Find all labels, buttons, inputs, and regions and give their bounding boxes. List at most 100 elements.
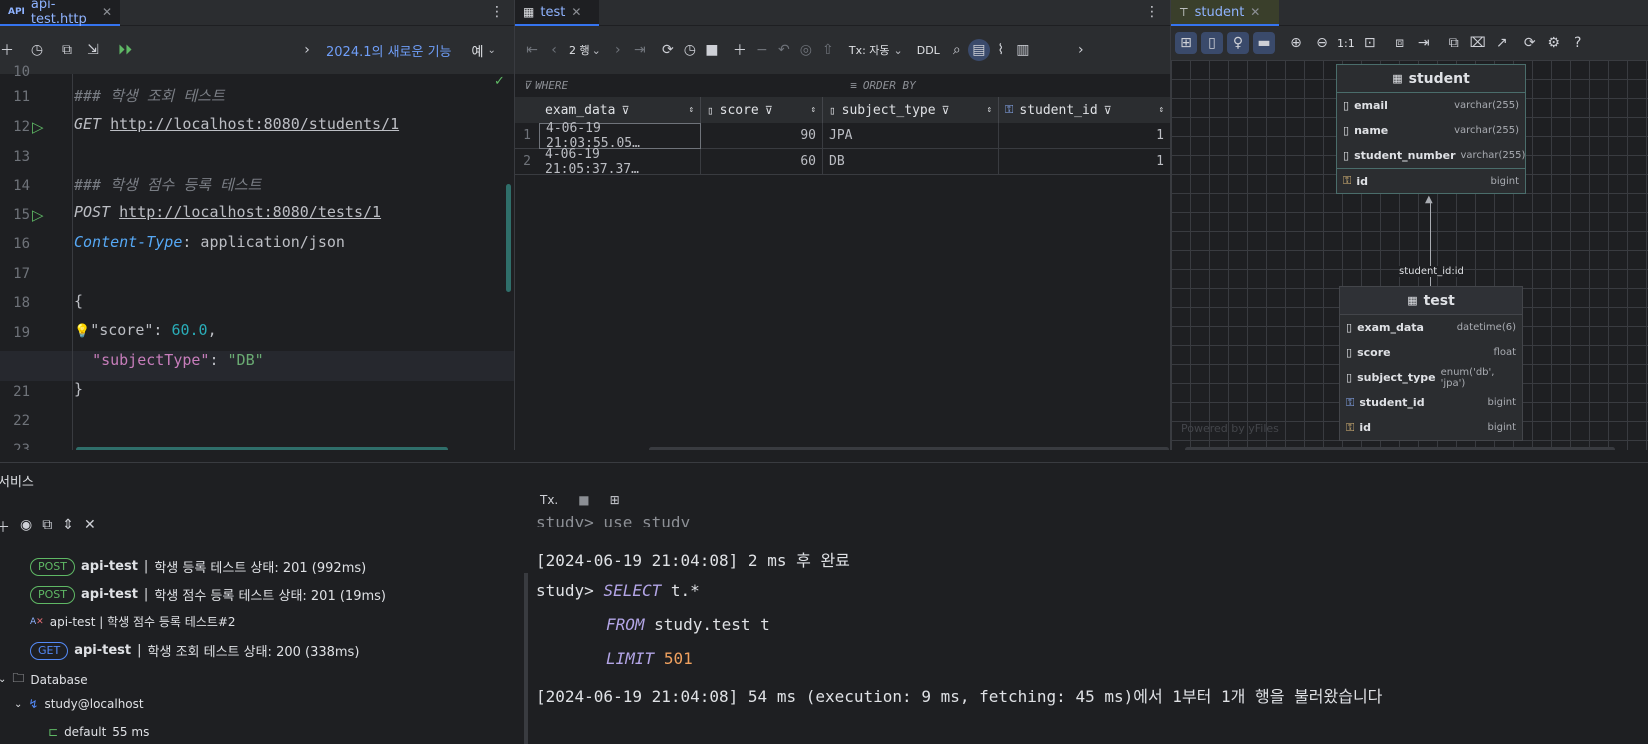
tab-student-diagram[interactable]: ⊤ student ✕ xyxy=(1171,0,1279,26)
column-view-icon[interactable]: ▤ xyxy=(967,39,990,61)
filter-icon[interactable]: ⊽ xyxy=(942,104,950,117)
remove-row-icon[interactable]: − xyxy=(751,39,773,61)
whats-new-option[interactable]: 예 xyxy=(472,41,484,60)
sort-icon[interactable]: ⇕ xyxy=(811,105,816,115)
chevron-right-icon[interactable]: › xyxy=(296,39,318,61)
service-item[interactable]: GET api-test | 학생 조회 테스트 상태: 200 (338ms) xyxy=(30,641,359,660)
horizontal-scrollbar[interactable] xyxy=(649,447,1169,450)
help-icon[interactable]: ? xyxy=(1567,32,1589,54)
collapse-all-icon[interactable]: ✕ xyxy=(84,517,96,537)
order-by-filter[interactable]: ORDER BY xyxy=(863,79,916,92)
filter-icon[interactable]: ⊽ xyxy=(1104,104,1112,117)
settings-gear-icon[interactable]: ⚙ xyxy=(1543,32,1565,54)
column-header-subject_type[interactable]: ▯ subject_type ⊽ ⇕ xyxy=(823,97,999,123)
tab-api-test-http[interactable]: API api-test.http ✕ xyxy=(0,0,120,27)
column-header-student_id[interactable]: ⚿ student_id ⊽ ⇕ xyxy=(999,97,1170,123)
horizontal-scrollbar[interactable] xyxy=(76,447,448,450)
whats-new-link[interactable]: 2024.1의 새로운 기능 xyxy=(326,41,452,60)
sort-icon[interactable]: ⇕ xyxy=(689,105,694,115)
chevron-down-icon[interactable]: ⌄ xyxy=(894,44,903,57)
fit-content-icon[interactable]: ⊡ xyxy=(1359,32,1381,54)
close-icon[interactable]: ✕ xyxy=(571,5,581,19)
next-page-icon[interactable]: › xyxy=(607,39,629,61)
import-icon[interactable]: ⇲ xyxy=(82,39,104,61)
more-vertical-icon[interactable]: ⋮ xyxy=(1145,4,1159,20)
stop-icon[interactable]: ■ xyxy=(578,493,589,507)
cell-student_id[interactable]: 1 xyxy=(999,123,1170,149)
zoom-out-icon[interactable]: ⊖ xyxy=(1311,32,1333,54)
more-vertical-icon[interactable]: ⋮ xyxy=(490,4,504,20)
row-count[interactable]: 2 행 xyxy=(569,42,590,58)
service-item[interactable]: POST api-test | 학생 등록 테스트 상태: 201 (992ms… xyxy=(30,557,366,576)
last-page-icon[interactable]: ⇥ xyxy=(629,39,651,61)
show-columns-icon[interactable]: ⊞ xyxy=(1175,32,1197,54)
erd-table-student[interactable]: ▦ student ▯ email varchar(255) ▯ name varchar… xyxy=(1336,64,1526,194)
filter-icon[interactable]: ⊽ xyxy=(621,104,629,117)
vertical-scrollbar[interactable] xyxy=(506,184,511,292)
show-comments-icon[interactable]: ♀ xyxy=(1227,32,1249,54)
first-page-icon[interactable]: ⇤ xyxy=(521,39,543,61)
column-header-exam_data[interactable]: exam_data ⊽ ⇕ xyxy=(539,97,701,123)
run-request-icon[interactable]: ▷ xyxy=(32,118,44,136)
refresh-icon[interactable]: ⟳ xyxy=(1519,32,1541,54)
clear-formatting-icon[interactable]: ⌧ xyxy=(1467,32,1489,54)
chevron-down-icon[interactable]: ⌄ xyxy=(487,45,495,56)
request-url[interactable]: http://localhost:8080/students/1 xyxy=(110,115,399,133)
new-tab-icon[interactable]: ⧉ xyxy=(42,517,52,537)
chart-icon[interactable]: ⌇ xyxy=(990,39,1012,61)
prev-page-icon[interactable]: ‹ xyxy=(543,39,565,61)
connection-node[interactable]: ⌄ ↯ study@localhost xyxy=(14,697,144,711)
add-icon[interactable]: ＋ xyxy=(0,39,18,61)
sort-icon[interactable]: ⇕ xyxy=(987,105,992,115)
expand-all-icon[interactable]: ⇕ xyxy=(62,517,74,537)
eye-icon[interactable]: ◉ xyxy=(20,517,32,537)
copy-icon[interactable]: ⧉ xyxy=(1443,32,1465,54)
refresh-icon[interactable]: ⟳ xyxy=(657,39,679,61)
add-row-icon[interactable]: ＋ xyxy=(729,39,751,61)
route-edges-icon[interactable]: ⇥ xyxy=(1413,32,1435,54)
close-icon[interactable]: ✕ xyxy=(102,5,112,19)
column-header-score[interactable]: ▯ score ⊽ ⇕ xyxy=(701,97,823,123)
layout-icon[interactable]: ⊞ xyxy=(610,493,620,507)
erd-table-test[interactable]: ▦ test ▯ exam_data datetime(6) ▯ score float … xyxy=(1339,286,1523,441)
cell-score[interactable]: 90 xyxy=(701,123,823,149)
cell-subject_type[interactable]: JPA xyxy=(823,123,999,149)
preview-icon[interactable]: ◎ xyxy=(795,39,817,61)
horizontal-scrollbar[interactable] xyxy=(1185,447,1615,450)
service-item[interactable]: POST api-test | 학생 점수 등록 테스트 상태: 201 (19… xyxy=(30,585,386,604)
sort-icon[interactable]: ⇕ xyxy=(1159,105,1164,115)
tx-button[interactable]: Tx. xyxy=(540,493,558,507)
add-icon[interactable]: ＋ xyxy=(0,517,10,537)
lightbulb-icon[interactable]: 💡 xyxy=(74,324,90,339)
chevron-down-icon[interactable]: ⌄ xyxy=(14,699,22,710)
show-keys-icon[interactable]: ▯ xyxy=(1201,32,1223,54)
history-icon[interactable]: ◷ xyxy=(26,39,48,61)
chevron-down-icon[interactable]: ⌄ xyxy=(0,674,6,685)
revert-icon[interactable]: ↶ xyxy=(773,39,795,61)
layout-icon[interactable]: ⧈ xyxy=(1389,32,1411,54)
database-node[interactable]: ⌄ 🗀 Database xyxy=(0,669,88,690)
submit-icon[interactable]: ⇧ xyxy=(817,39,839,61)
filter-icon[interactable]: ⊽ xyxy=(765,104,773,117)
copy-icon[interactable]: ⧉ xyxy=(56,39,78,61)
chevron-right-icon[interactable]: › xyxy=(1070,39,1092,61)
run-request-icon[interactable]: ▷ xyxy=(32,206,44,224)
clock-icon[interactable]: ◷ xyxy=(679,39,701,61)
close-icon[interactable]: ✕ xyxy=(1250,5,1260,19)
cell-exam_data[interactable]: 4-06-19 21:05:37.37… xyxy=(539,147,701,177)
actual-size-button[interactable]: 1:1 xyxy=(1337,37,1355,50)
show-notes-icon[interactable]: ▬ xyxy=(1253,32,1275,54)
text-view-icon[interactable]: ▥ xyxy=(1012,39,1034,61)
tab-test[interactable]: ▦ test ✕ xyxy=(515,0,599,26)
ddl-button[interactable]: DDL xyxy=(917,44,940,57)
session-node[interactable]: ⊏ default 55 ms xyxy=(48,725,149,739)
cell-subject_type[interactable]: DB xyxy=(823,149,999,175)
search-icon[interactable]: ⌕ xyxy=(946,39,968,61)
run-all-icon[interactable]: ⏵⏵ xyxy=(114,39,136,61)
cell-score[interactable]: 60 xyxy=(701,149,823,175)
chevron-down-icon[interactable]: ⌄ xyxy=(592,44,601,57)
export-icon[interactable]: ↗ xyxy=(1491,32,1513,54)
service-item[interactable]: A✕ api-test | 학생 점수 등록 테스트#2 xyxy=(30,613,236,630)
stop-icon[interactable]: ■ xyxy=(701,39,723,61)
zoom-in-icon[interactable]: ⊕ xyxy=(1285,32,1307,54)
